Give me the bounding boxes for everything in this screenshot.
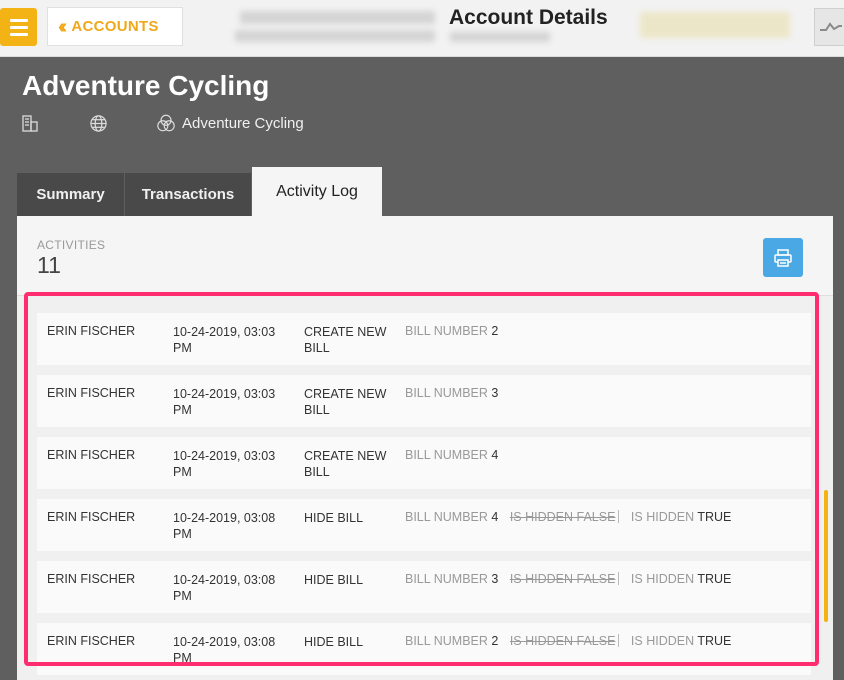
- double-chevron-left-icon: ‹‹: [58, 15, 68, 38]
- print-button[interactable]: [763, 238, 803, 277]
- back-to-accounts-button[interactable]: ‹‹ ACCOUNTS: [47, 7, 183, 46]
- parent-account-link[interactable]: Adventure Cycling: [182, 115, 304, 132]
- account-meta: Adventure Cycling: [20, 113, 304, 133]
- tab-summary[interactable]: Summary: [17, 173, 124, 216]
- page-title: Account Details: [449, 6, 608, 29]
- activity-line-icon: [820, 22, 842, 31]
- circles-icon: [156, 113, 176, 133]
- top-bar: ‹‹ ACCOUNTS Account Details: [0, 0, 844, 57]
- building-icon[interactable]: [20, 113, 40, 133]
- redacted-text: [450, 32, 550, 42]
- hamburger-menu-icon: [9, 18, 28, 22]
- activities-label: ACTIVITIES: [37, 238, 106, 252]
- redacted-text: [240, 11, 435, 24]
- scrollbar-thumb[interactable]: [824, 490, 828, 622]
- activities-count: 11: [37, 252, 61, 278]
- highlight-box: [24, 292, 819, 666]
- globe-icon[interactable]: [88, 113, 108, 133]
- tab-activity-log[interactable]: Activity Log: [252, 167, 382, 217]
- hamburger-menu-button[interactable]: [0, 8, 37, 46]
- tab-transactions[interactable]: Transactions: [125, 173, 251, 216]
- account-name: Adventure Cycling: [22, 70, 270, 101]
- print-icon: [774, 248, 792, 267]
- back-button-label: ACCOUNTS: [71, 18, 159, 35]
- redacted-text: [640, 12, 790, 38]
- activity-button[interactable]: [814, 8, 844, 46]
- redacted-text: [235, 30, 435, 42]
